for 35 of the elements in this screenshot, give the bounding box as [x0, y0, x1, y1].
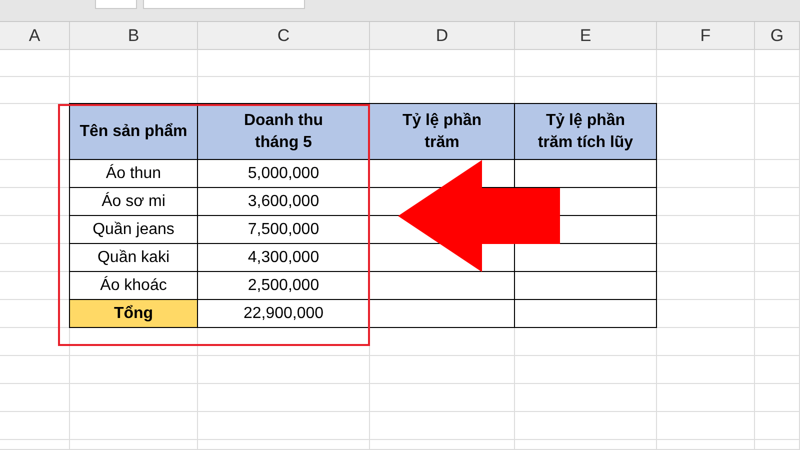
- header-cell: Doanh thu tháng 5: [197, 103, 370, 160]
- sheet-cell: [0, 384, 70, 412]
- sheet-cell: [755, 188, 800, 216]
- sheet-cell: [755, 160, 800, 188]
- column-header[interactable]: B: [70, 22, 198, 50]
- sheet-cell: [755, 50, 800, 77]
- sheet-cell: [755, 77, 800, 104]
- column-header[interactable]: F: [657, 22, 755, 50]
- sheet-cell: [755, 356, 800, 384]
- sheet-tab[interactable]: [143, 0, 305, 9]
- table-cell: Tổng: [69, 299, 198, 328]
- sheet-cell: [0, 412, 70, 440]
- header-cell: Tên sản phẩm: [69, 103, 198, 160]
- sheet-cell: [0, 77, 70, 104]
- sheet-cell: [755, 384, 800, 412]
- header-cell: Tỷ lệ phần trăm tích lũy: [514, 103, 657, 160]
- sheet-cell: [0, 328, 70, 356]
- sheet-cell: [755, 440, 800, 450]
- sheet-cell: [755, 104, 800, 160]
- column-header[interactable]: G: [755, 22, 800, 50]
- column-header[interactable]: A: [0, 22, 70, 50]
- sheet-cell: [755, 272, 800, 300]
- sheet-tab[interactable]: [95, 0, 137, 9]
- sheet-cell: [755, 216, 800, 244]
- column-header[interactable]: C: [198, 22, 370, 50]
- sheet-cell: [755, 328, 800, 356]
- sheet-cell: [755, 300, 800, 328]
- sheet-cell: [0, 440, 70, 450]
- sheet-cell: [755, 412, 800, 440]
- sheet-cell: [0, 50, 70, 77]
- column-header[interactable]: E: [515, 22, 657, 50]
- header-cell: Tỷ lệ phần trăm: [369, 103, 515, 160]
- sheet-cell: [755, 244, 800, 272]
- column-header[interactable]: D: [370, 22, 515, 50]
- sheet-cell: [0, 356, 70, 384]
